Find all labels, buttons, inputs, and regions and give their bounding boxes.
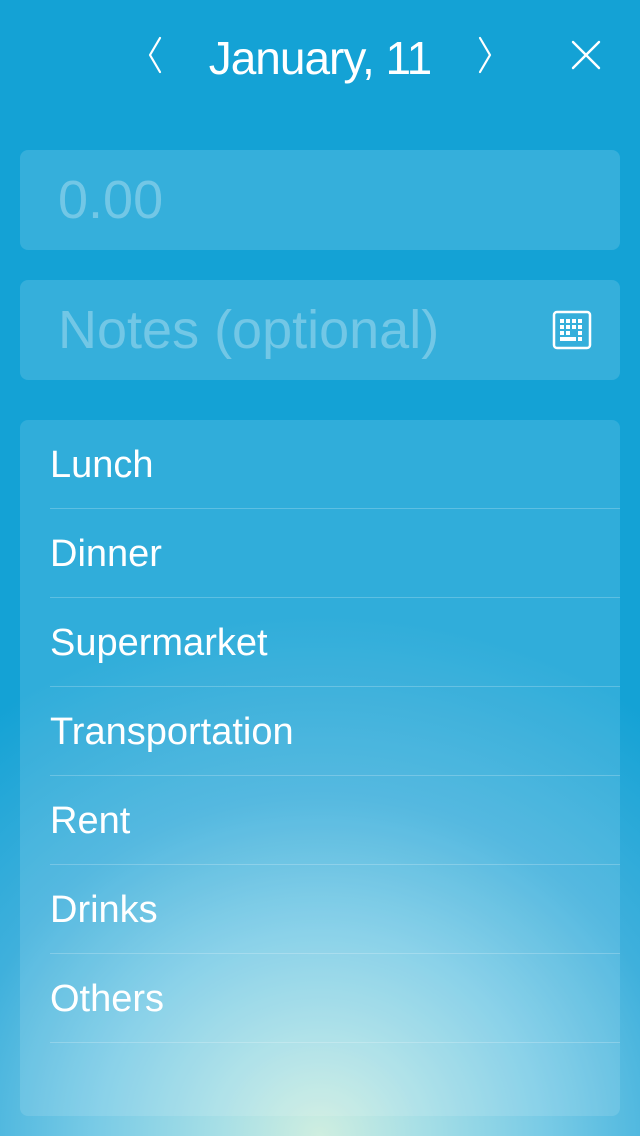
category-item-drinks[interactable]: Drinks: [50, 865, 620, 954]
category-label: Drinks: [50, 889, 158, 931]
next-day-button[interactable]: [460, 30, 510, 80]
date-title: January, 11: [208, 32, 433, 84]
category-label: Rent: [50, 800, 131, 842]
category-item-dinner[interactable]: Dinner: [50, 509, 620, 598]
close-icon: [571, 40, 601, 70]
category-item-transportation[interactable]: Transportation: [50, 687, 620, 776]
category-label: Supermarket: [50, 622, 268, 664]
category-label: Transportation: [50, 711, 294, 753]
category-item-supermarket[interactable]: Supermarket: [50, 598, 620, 687]
header: January, 11: [0, 0, 640, 115]
category-label: Dinner: [50, 533, 162, 575]
category-label: Others: [50, 978, 165, 1020]
category-list: Lunch Dinner Supermarket Transportation …: [20, 420, 620, 1116]
notes-field: [20, 280, 620, 380]
close-button[interactable]: [561, 30, 611, 80]
category-item-others[interactable]: Others: [50, 954, 620, 1043]
category-item-rent[interactable]: Rent: [50, 776, 620, 865]
notes-input[interactable]: [58, 280, 528, 380]
amount-input[interactable]: [58, 150, 598, 250]
category-item-lunch[interactable]: Lunch: [50, 420, 620, 509]
category-label: Lunch: [50, 444, 154, 486]
chevron-right-icon: [478, 36, 492, 74]
chevron-left-icon: [148, 36, 162, 74]
keyboard-toggle-button[interactable]: [552, 310, 592, 350]
keyboard-icon: [552, 310, 592, 350]
amount-field: [20, 150, 620, 250]
